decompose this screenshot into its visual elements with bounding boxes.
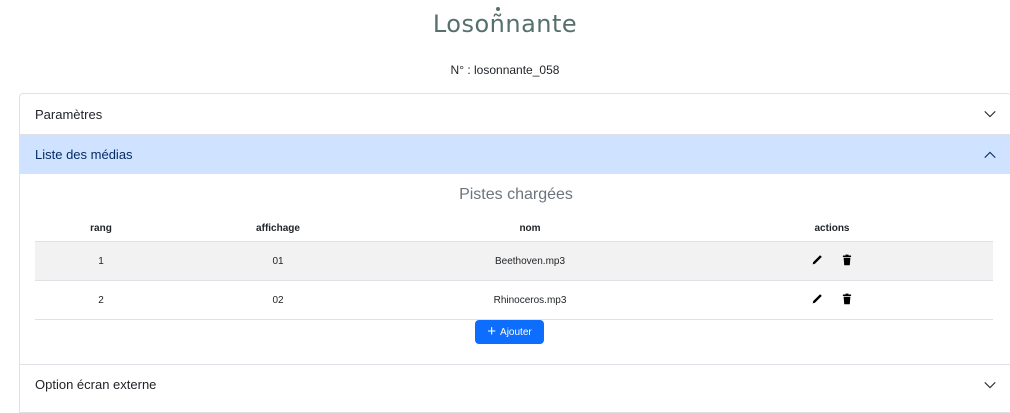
media-table: rang affichage nom actions 1 01 Beethove…	[35, 215, 993, 320]
chevron-down-icon	[983, 107, 997, 121]
pencil-icon[interactable]	[811, 254, 823, 266]
table-row: 2 02 Rhinoceros.mp3	[35, 280, 993, 320]
device-serial: N° : losonnante_058	[450, 63, 560, 77]
media-list-panel: Pistes chargées rang affichage nom actio…	[20, 174, 1010, 364]
table-row: 1 01 Beethoven.mp3	[35, 241, 993, 281]
accordion-header-parametres[interactable]: Paramètres	[20, 94, 1010, 134]
tracks-title: Pistes chargées	[459, 186, 573, 203]
column-header-nom: nom	[389, 215, 671, 242]
logo-suffix: nante	[505, 10, 578, 38]
settings-accordion: Paramètres Liste des médias Pistes charg…	[19, 93, 1010, 413]
accordion-label: Option écran externe	[35, 377, 157, 392]
trash-icon[interactable]	[841, 254, 853, 266]
add-button-label: Ajouter	[500, 326, 532, 338]
column-header-rang: rang	[35, 215, 167, 242]
cell-nom: Beethoven.mp3	[389, 241, 671, 281]
accordion-label: Paramètres	[35, 106, 103, 122]
plus-icon: +	[487, 323, 497, 340]
logo-mark: ñ	[489, 10, 506, 38]
trash-icon[interactable]	[841, 293, 853, 305]
cell-actions	[671, 241, 993, 281]
cell-nom: Rhinoceros.mp3	[389, 280, 671, 320]
chevron-down-icon	[983, 378, 997, 392]
cell-rang: 1	[35, 241, 167, 281]
pencil-icon[interactable]	[811, 293, 823, 305]
cell-affichage: 01	[167, 241, 389, 281]
cell-affichage: 02	[167, 280, 389, 320]
chevron-up-icon	[983, 148, 997, 162]
brand-logo: Losoñnante	[0, 10, 1010, 38]
cell-rang: 2	[35, 280, 167, 320]
accordion-header-liste-medias[interactable]: Liste des médias	[20, 134, 1010, 174]
cell-actions	[671, 280, 993, 320]
accordion-label: Liste des médias	[35, 147, 133, 162]
accordion-header-ecran-externe[interactable]: Option écran externe	[20, 364, 1010, 404]
column-header-actions: actions	[671, 215, 993, 242]
column-header-affichage: affichage	[167, 215, 389, 242]
add-media-button[interactable]: + Ajouter	[475, 320, 544, 344]
logo-prefix: Loso	[432, 10, 490, 38]
